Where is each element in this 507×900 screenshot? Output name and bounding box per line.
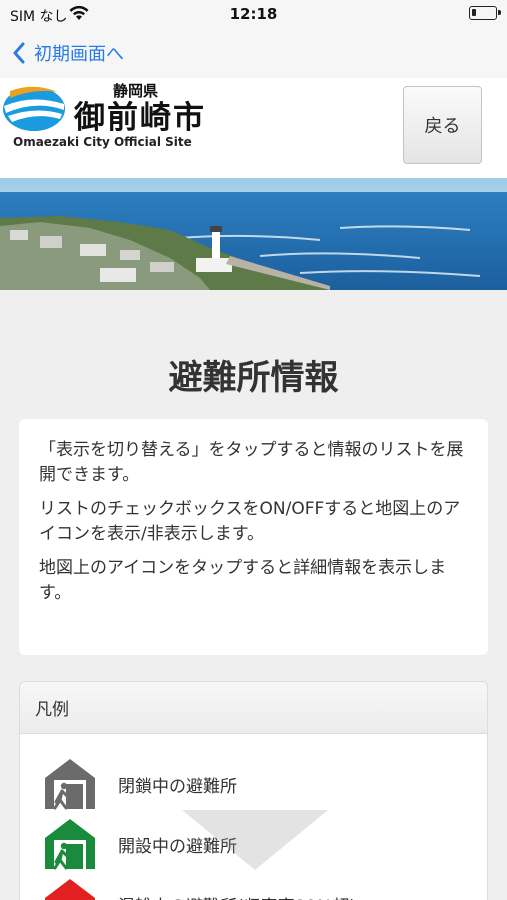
legend-label: 混雑中の避難所(収容率80%超) — [118, 892, 356, 900]
chevron-left-icon — [13, 42, 25, 64]
legend-title: 凡例 — [20, 682, 487, 734]
crowded-shelter-icon — [45, 879, 95, 900]
legend-label: 閉鎖中の避難所 — [118, 777, 237, 797]
coastline-banner-image — [0, 178, 507, 290]
city-emblem-icon — [3, 86, 65, 131]
battery-icon — [469, 6, 501, 20]
clock: 12:18 — [229, 5, 278, 23]
instructions-card: 「表示を切り替える」をタップすると情報のリストを展開できます。 リストのチェック… — [19, 419, 488, 655]
status-bar: SIM なし 12:18 — [0, 0, 507, 30]
instruction-text: 地図上のアイコンをタップすると詳細情報を表示します。 — [39, 558, 447, 603]
closed-shelter-icon — [45, 759, 95, 810]
instruction-text: リストのチェックボックスをON/OFFすると地図上のアイコンを表示/非表示します… — [39, 499, 461, 544]
site-header: 静岡県 御前崎市 Omaezaki City Official Site 戻る — [0, 78, 507, 178]
scroll-down-arrow-icon[interactable] — [182, 810, 328, 870]
open-shelter-icon — [45, 819, 95, 870]
instruction-text: 「表示を切り替える」をタップすると情報のリストを展開できます。 — [39, 440, 464, 485]
logo-english-name: Omaezaki City Official Site — [13, 135, 192, 149]
legend-item-crowded: 混雑中の避難所(収容率80%超) — [42, 876, 482, 900]
city-logo[interactable]: 静岡県 御前崎市 Omaezaki City Official Site — [0, 80, 225, 160]
back-to-home-link[interactable]: 初期画面へ — [12, 38, 124, 68]
navigation-bar: 初期画面へ — [0, 30, 507, 78]
back-link-label: 初期画面へ — [34, 44, 124, 65]
back-button[interactable]: 戻る — [403, 86, 482, 164]
legend-item-closed: 閉鎖中の避難所 — [42, 756, 482, 812]
logo-city-name: 御前崎市 — [74, 100, 206, 136]
page-title: 避難所情報 — [168, 358, 339, 398]
